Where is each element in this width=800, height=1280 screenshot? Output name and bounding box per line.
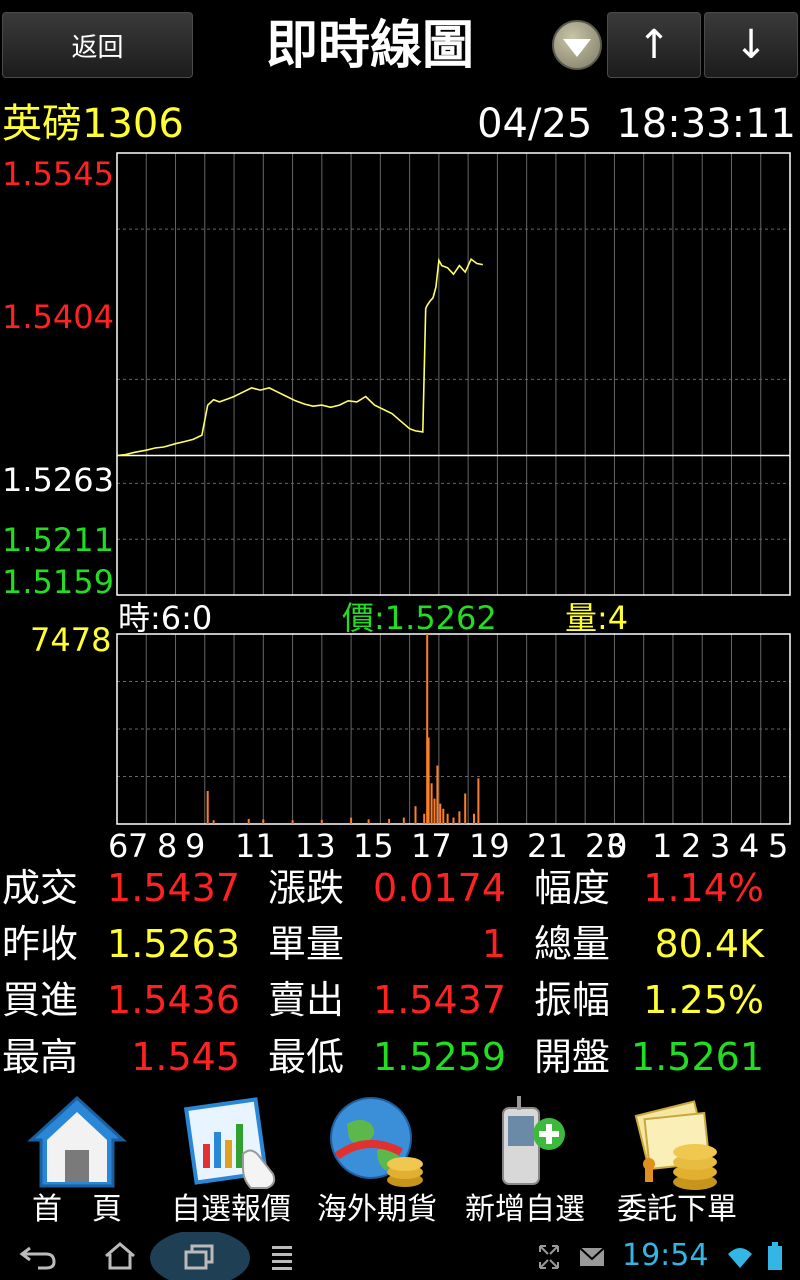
- battery-icon: [768, 1242, 782, 1270]
- volume-bar: [388, 818, 391, 824]
- time-axis-label: 9: [185, 827, 206, 865]
- stat-label: 最高: [2, 1035, 79, 1079]
- menu-icon[interactable]: [272, 1246, 292, 1270]
- volume-bar: [291, 820, 294, 824]
- stat-label: 單量: [268, 922, 345, 966]
- volume-bar: [430, 783, 433, 824]
- stat-value: 0.0174: [373, 866, 506, 910]
- system-clock: 19:54: [622, 1238, 709, 1273]
- time-axis-label: 0: [607, 827, 628, 865]
- time-axis-label: 15: [353, 827, 394, 865]
- volume-bar: [320, 819, 323, 824]
- volume-bar: [206, 791, 209, 824]
- volume-axis-max: 7478: [30, 621, 112, 659]
- volume-grid: [117, 634, 790, 824]
- home-icon: [27, 1095, 127, 1188]
- nav-place-order[interactable]: 委託下單: [602, 1090, 752, 1230]
- stat-label: 買進: [2, 978, 79, 1022]
- volume-bar: [442, 808, 445, 824]
- globe-coins-icon: [330, 1097, 423, 1187]
- volume-bar: [439, 803, 442, 824]
- time-axis-label: 3: [710, 827, 731, 865]
- volume-bar: [433, 798, 436, 824]
- nav-place-order-label: 委託下單: [617, 1192, 737, 1227]
- time-axis-label: 6: [108, 827, 129, 865]
- stat-label: 昨收: [2, 922, 79, 966]
- volume-bar: [212, 820, 215, 824]
- stat-label: 賣出: [268, 978, 345, 1022]
- volume-bar: [446, 813, 449, 824]
- order-coins-icon: [634, 1100, 717, 1190]
- stat-label: 振幅: [534, 978, 611, 1022]
- nav-watchlist[interactable]: 自選報價: [156, 1090, 306, 1230]
- watchlist-chart-icon: [183, 1097, 276, 1189]
- stat-value: 1.5437: [107, 866, 240, 910]
- volume-bar: [262, 819, 265, 824]
- cursor-price: 價:1.5262: [342, 599, 497, 637]
- time-axis-label: 7: [128, 827, 149, 865]
- stat-label: 開盤: [534, 1035, 611, 1079]
- volume-bar: [423, 813, 426, 824]
- stat-value: 1.5261: [631, 1035, 764, 1079]
- stat-label: 幅度: [534, 866, 611, 910]
- stat-value: 80.4K: [654, 922, 764, 966]
- nav-home-label: 首 頁: [32, 1192, 122, 1227]
- stat-label: 最低: [268, 1035, 345, 1079]
- volume-bar: [402, 817, 405, 824]
- volume-bar: [414, 806, 417, 824]
- time-axis-label: 8: [157, 827, 178, 865]
- nav-overseas-futures-label: 海外期貨: [317, 1192, 437, 1227]
- stat-label: 成交: [2, 866, 79, 910]
- volume-bar: [350, 817, 353, 824]
- time-axis-label: 19: [469, 827, 510, 865]
- wifi-icon: [728, 1248, 752, 1268]
- volume-bar: [427, 737, 430, 824]
- gmail-icon: [579, 1247, 605, 1266]
- time-axis-label: 17: [411, 827, 452, 865]
- cursor-volume-value: :4: [597, 599, 629, 637]
- stat-value: 1.5263: [107, 922, 240, 966]
- volume-bar: [458, 811, 461, 824]
- time-axis-label: 4: [739, 827, 760, 865]
- time-axis-label: 1: [652, 827, 673, 865]
- stat-value: 1.5259: [373, 1035, 506, 1079]
- time-axis-label: 11: [235, 827, 276, 865]
- intraday-chart[interactable]: [0, 0, 800, 830]
- cursor-volume-label: 量: [565, 599, 598, 637]
- nav-watchlist-label: 自選報價: [171, 1192, 291, 1227]
- cursor-volume: 量:4: [565, 600, 628, 636]
- nav-overseas-futures[interactable]: 海外期貨: [302, 1090, 452, 1230]
- phone-add-icon: [502, 1096, 565, 1185]
- cursor-time: 時:6:0: [118, 599, 213, 637]
- stat-value: 1.545: [131, 1035, 240, 1079]
- stat-value: 1.5437: [373, 978, 506, 1022]
- nav-add-watchlist-label: 新增自選: [465, 1192, 585, 1227]
- home-nav-icon[interactable]: [105, 1242, 135, 1270]
- back-icon[interactable]: [19, 1246, 56, 1270]
- stat-label: 總量: [534, 922, 611, 966]
- price-chart-frame: [116, 152, 791, 596]
- volume-bar: [464, 793, 467, 824]
- price-grid: [117, 153, 790, 595]
- volume-bar: [452, 817, 455, 824]
- fullscreen-icon: [539, 1245, 559, 1269]
- stat-label: 漲跌: [268, 866, 345, 910]
- volume-bar: [367, 819, 370, 824]
- stat-value: 1.5436: [107, 978, 240, 1022]
- time-axis-label: 2: [681, 827, 702, 865]
- volume-bar: [473, 813, 475, 824]
- time-axis-label: 13: [295, 827, 336, 865]
- stat-value: 1.14%: [643, 866, 764, 910]
- price-line: [116, 257, 483, 457]
- volume-bar: [477, 778, 480, 824]
- volume-bar: [436, 765, 439, 824]
- nav-add-watchlist[interactable]: 新增自選: [450, 1090, 600, 1230]
- stat-value: 1.25%: [643, 978, 764, 1022]
- stat-value: 1: [481, 922, 506, 966]
- nav-home[interactable]: 首 頁: [2, 1090, 152, 1230]
- time-axis-label: 21: [527, 827, 568, 865]
- time-axis-label: 5: [768, 827, 789, 865]
- volume-bar: [247, 818, 250, 824]
